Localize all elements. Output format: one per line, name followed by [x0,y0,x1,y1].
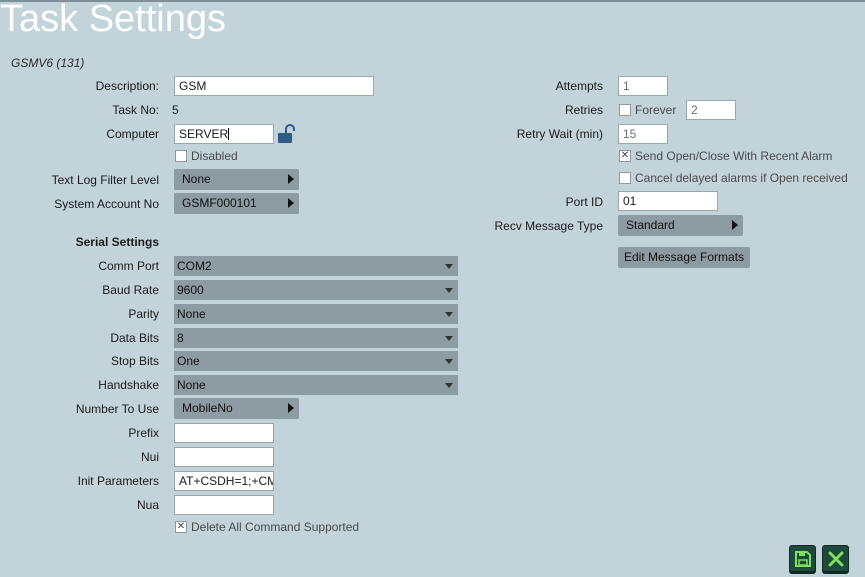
disabled-label: Disabled [191,149,238,163]
parity-select[interactable]: None [174,304,458,324]
unlock-icon[interactable] [277,124,295,144]
text-caret [228,128,230,140]
prefix-field[interactable] [174,423,274,443]
retry-wait-field[interactable]: 15 [618,124,668,144]
number-to-use-value: MobileNo [182,401,233,415]
close-icon [828,551,844,567]
handshake-label: Handshake [98,378,159,392]
delete-all-label: Delete All Command Supported [191,520,360,534]
text-log-filter-label: Text Log Filter Level [51,173,159,187]
port-id-field[interactable]: 01 [618,191,718,211]
data-bits-value: 8 [177,331,184,345]
description-label: Description: [95,79,159,93]
chevron-down-icon [445,264,453,269]
data-bits-label: Data Bits [110,331,159,345]
send-open-close-checkbox[interactable] [619,149,631,163]
retries-field[interactable]: 2 [686,100,736,120]
cancel-delayed-checkbox[interactable] [619,172,631,184]
comm-port-value: COM2 [177,259,212,273]
arrow-right-icon [288,403,294,413]
send-open-close-label: Send Open/Close With Recent Alarm [635,149,833,163]
nua-field[interactable] [174,495,274,515]
cancel-delayed-label: Cancel delayed alarms if Open received [635,171,848,185]
baud-rate-select[interactable]: 9600 [174,280,458,300]
computer-value: SERVER [179,127,229,141]
arrow-right-icon [288,174,294,184]
computer-field[interactable]: SERVER [174,124,274,144]
number-to-use-label: Number To Use [75,402,159,416]
baud-rate-label: Baud Rate [102,283,159,297]
page-title: Task Settings [0,0,226,40]
handshake-value: None [177,378,206,392]
cancel-button[interactable] [822,545,849,572]
nui-field[interactable] [174,447,274,467]
parity-value: None [177,307,206,321]
parity-label: Parity [128,307,159,321]
chevron-down-icon [445,336,453,341]
serial-settings-heading: Serial Settings [75,235,159,249]
baud-rate-value: 9600 [177,283,204,297]
arrow-right-icon [732,220,738,230]
system-account-label: System Account No [54,197,159,211]
text-log-filter-button[interactable]: None [174,169,299,190]
floppy-disk-icon [795,551,811,567]
save-button[interactable] [789,545,816,572]
forever-label: Forever [635,103,677,117]
chevron-down-icon [445,359,453,364]
comm-port-select[interactable]: COM2 [174,256,458,276]
retries-label: Retries [564,103,603,117]
forever-checkbox[interactable] [619,104,631,116]
system-account-value: GSMF000101 [182,196,257,210]
attempts-label: Attempts [555,79,603,93]
prefix-label: Prefix [128,426,159,440]
description-field[interactable]: GSM [174,76,374,96]
stop-bits-select[interactable]: One [174,351,458,371]
nui-label: Nui [140,450,159,464]
init-parameters-label: Init Parameters [77,474,159,488]
delete-all-checkbox[interactable] [175,520,187,534]
init-parameters-field[interactable]: AT+CSDH=1;+CM [174,471,274,491]
task-subtitle: GSMV6 (131) [11,56,85,70]
port-id-label: Port ID [565,195,603,209]
recv-message-type-value: Standard [626,218,675,232]
system-account-button[interactable]: GSMF000101 [174,193,299,214]
data-bits-select[interactable]: 8 [174,328,458,348]
chevron-down-icon [445,312,453,317]
stop-bits-value: One [177,354,200,368]
retry-wait-label: Retry Wait (min) [516,127,603,141]
number-to-use-button[interactable]: MobileNo [174,398,299,419]
handshake-select[interactable]: None [174,375,458,395]
chevron-down-icon [445,288,453,293]
arrow-right-icon [288,198,294,208]
chevron-down-icon [445,383,453,388]
edit-message-formats-button[interactable]: Edit Message Formats [618,247,751,268]
task-no-label: Task No: [112,103,159,117]
text-log-filter-value: None [182,172,211,186]
attempts-field[interactable]: 1 [618,76,668,96]
stop-bits-label: Stop Bits [110,354,159,368]
recv-message-type-label: Recv Message Type [494,219,604,233]
comm-port-label: Comm Port [98,259,159,273]
nua-label: Nua [136,498,159,512]
recv-message-type-button[interactable]: Standard [618,215,743,236]
task-no-value: 5 [172,103,179,117]
computer-label: Computer [106,127,159,141]
disabled-checkbox[interactable] [175,150,187,162]
